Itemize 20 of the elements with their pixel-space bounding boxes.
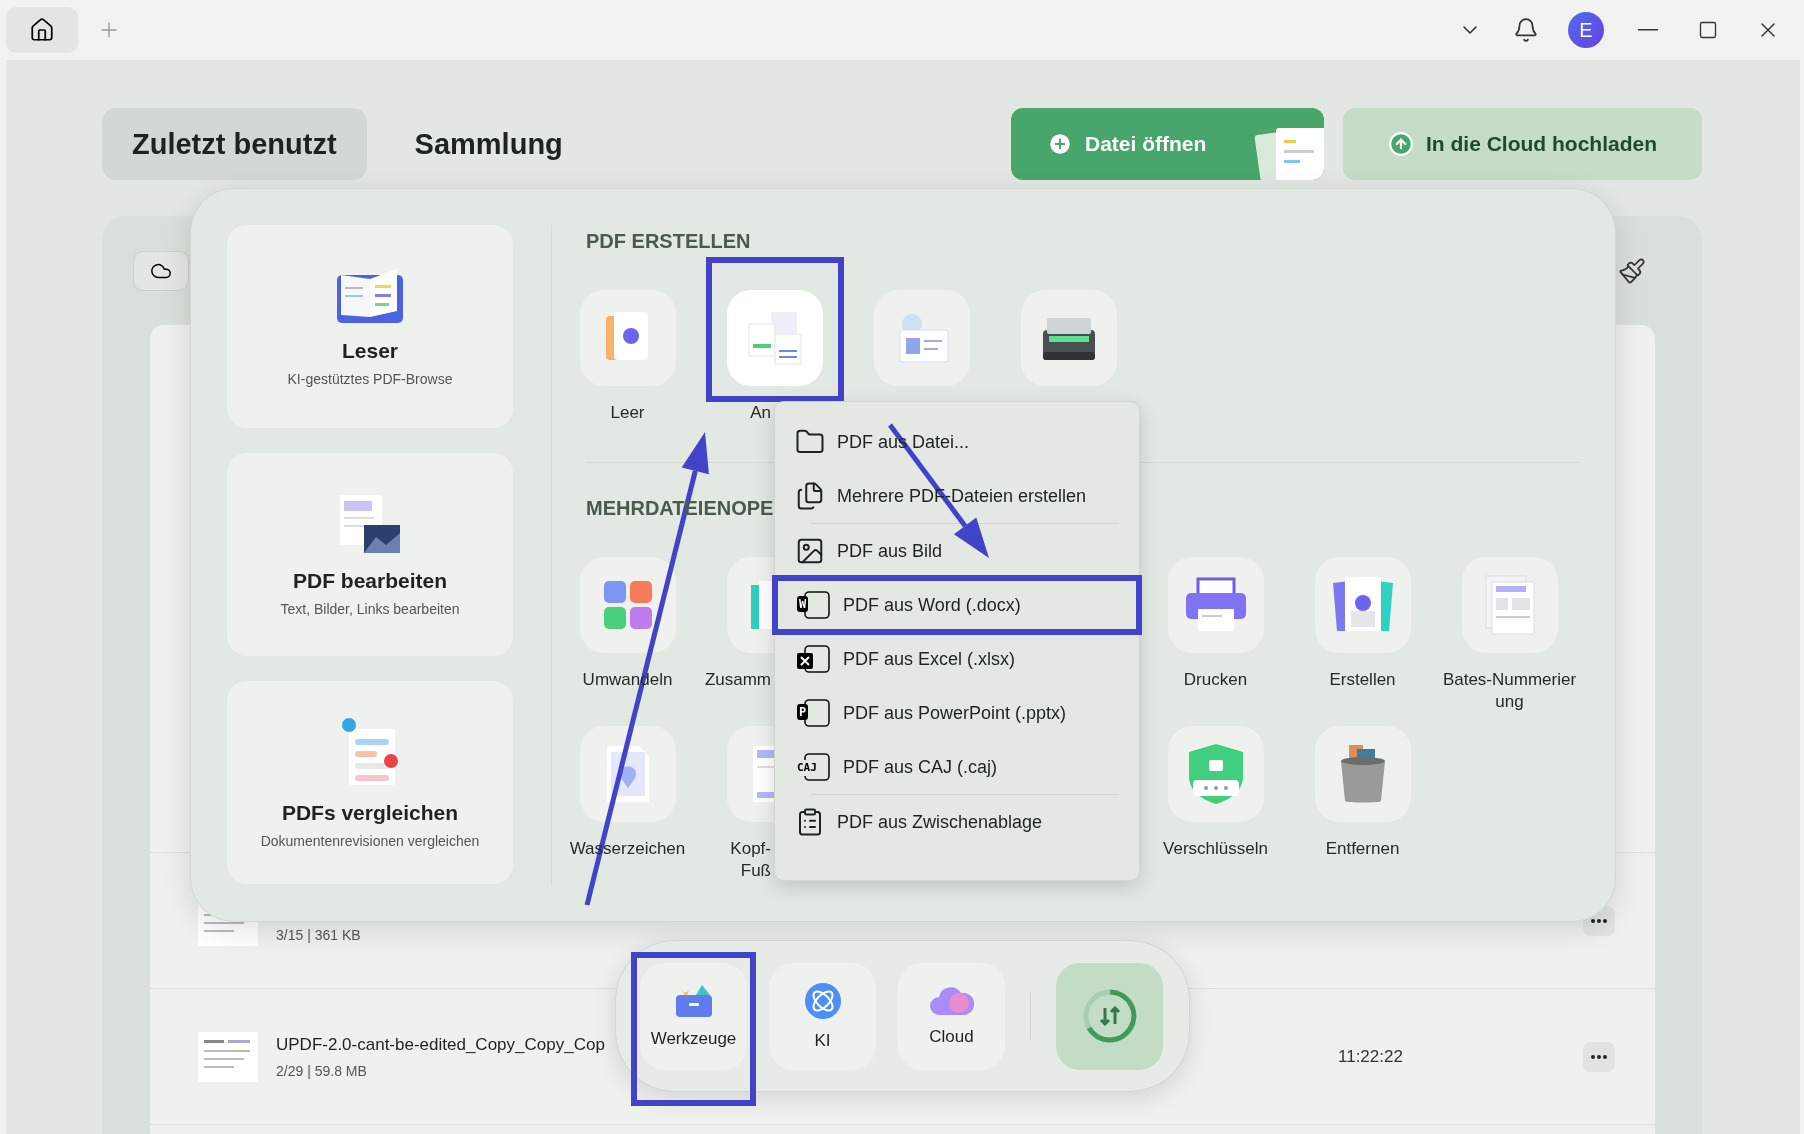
card-subtitle: Dokumentenrevisionen vergleichen [260, 832, 480, 849]
tool-label: Verschlüsseln [1163, 838, 1268, 860]
section-title: PDF ERSTELLEN [586, 229, 751, 254]
card-title: PDFs vergleichen [281, 800, 459, 825]
tool-label: Zusamm [704, 669, 771, 691]
file-info: 2/29 | 59.8 MB [276, 1062, 367, 1079]
tool-label: Erstellen [1329, 669, 1396, 691]
file-name: UPDF-2.0-cant-be-edited_Copy_Copy_Cop [276, 1034, 605, 1055]
tool-label: Entfernen [1325, 838, 1400, 860]
file-info: 3/15 | 361 KB [276, 926, 361, 943]
tool-label: Kopf- Fuß [730, 838, 771, 882]
card-title: Leser [341, 338, 398, 363]
card-subtitle: Text, Bilder, Links bearbeiten [280, 600, 460, 617]
card-subtitle: KI-gestütztes PDF-Browse [287, 370, 453, 387]
tool-label: Bates-Nummerier ung [1442, 669, 1577, 713]
tool-label: Leer [610, 402, 645, 424]
tool-label: An [750, 402, 771, 424]
file-time: 11:22:22 [1338, 1046, 1403, 1066]
tool-label: Drucken [1183, 669, 1248, 691]
card-title: PDF bearbeiten [292, 568, 447, 593]
